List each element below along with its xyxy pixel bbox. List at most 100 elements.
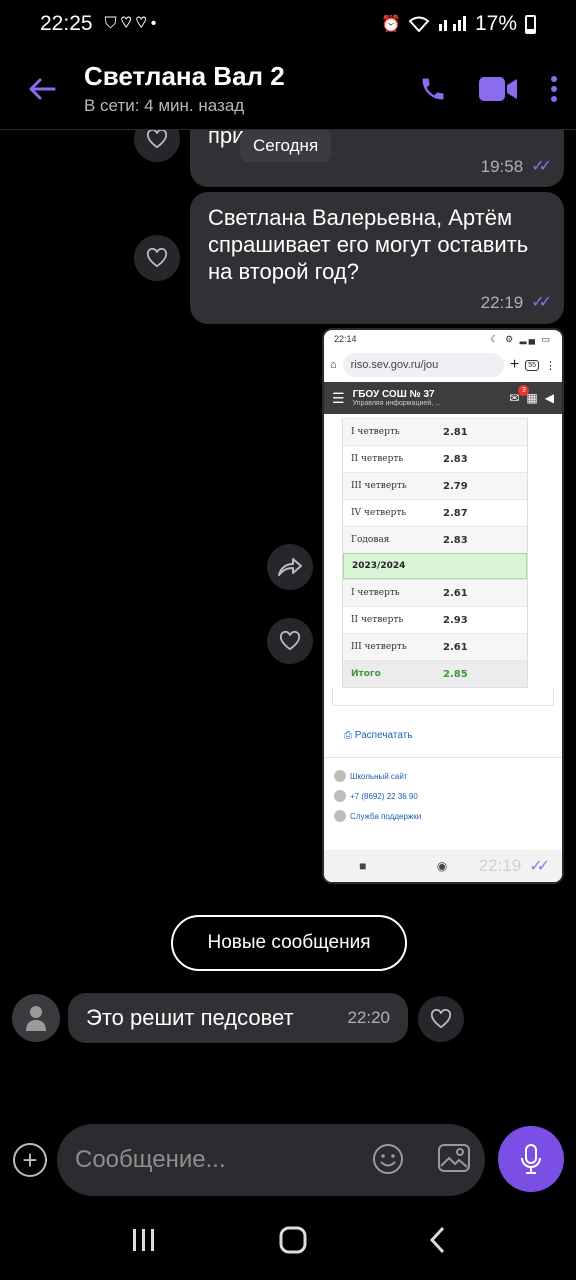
- back-button[interactable]: [0, 48, 84, 130]
- message-text: Светлана Валерьевна, Артём спрашивает ег…: [208, 205, 529, 284]
- share-arrow-icon: [278, 558, 302, 576]
- emoji-button[interactable]: [371, 1142, 405, 1181]
- globe-icon: [334, 770, 346, 782]
- arrow-left-icon: [29, 78, 56, 99]
- more-vertical-icon: [551, 75, 557, 102]
- square-icon: ■: [359, 859, 367, 873]
- grade-row: I четверть 2.81: [343, 418, 527, 445]
- heart-icon: [430, 1009, 452, 1029]
- grade-row: II четверть 2.93: [343, 606, 527, 633]
- contact-status: В сети: 4 мин. назад: [84, 96, 245, 115]
- more-options-button[interactable]: [532, 59, 576, 119]
- print-label: Распечатать: [354, 730, 413, 741]
- home-icon: ⌂: [330, 359, 337, 371]
- footer-links: Школьный сайт +7 (8692) 22 36 90 Служба …: [324, 758, 562, 834]
- status-time: 22:25: [40, 12, 93, 35]
- hamburger-icon: ☰: [332, 389, 345, 406]
- header-actions: [400, 59, 576, 119]
- message-time: 22:19: [478, 856, 522, 875]
- screenshot-image-message[interactable]: 22:14 ☾ ⚙ ▂▄ ▭ ⌂ riso.sev.gov.ru/jou + 5…: [322, 328, 564, 884]
- alarm-icon: ⏰: [381, 16, 401, 33]
- grade-row: II четверть 2.83: [343, 445, 527, 472]
- grade-row: IV четверть 2.87: [343, 499, 527, 526]
- message-time: 19:58: [480, 157, 524, 176]
- footer-link: +7 (8692) 22 36 90: [334, 786, 552, 806]
- wifi-icon: [408, 16, 429, 32]
- message-input-wrapper: [57, 1124, 485, 1196]
- forward-button[interactable]: [267, 544, 313, 590]
- like-button[interactable]: [134, 130, 180, 162]
- grade-row: Годовая 2.83: [343, 526, 527, 553]
- new-messages-divider: Новые сообщения: [171, 915, 407, 971]
- message-list[interactable]: приду 19:58 ✓✓ Сегодня Светлана Валерьев…: [0, 130, 576, 1120]
- footer-link: Школьный сайт: [334, 766, 552, 786]
- chat-header: Светлана Вал 2 В сети: 4 мин. назад: [0, 48, 576, 130]
- grade-row: I четверть 2.61: [343, 579, 527, 606]
- person-icon: [26, 1006, 46, 1031]
- read-ticks-icon: ✓✓: [529, 858, 550, 875]
- date-chip: Сегодня: [240, 130, 332, 162]
- site-icons: ✉ 3 ▦ ◀: [509, 385, 554, 405]
- home-icon: [279, 1226, 307, 1253]
- embedded-url-bar: ⌂ riso.sev.gov.ru/jou + 55 ⋮: [324, 348, 562, 382]
- incoming-message[interactable]: Это решит педсовет 22:20: [68, 993, 408, 1043]
- back-nav-button[interactable]: [429, 1226, 445, 1259]
- help-icon: [334, 810, 346, 822]
- message-input[interactable]: [75, 1146, 355, 1174]
- message-meta: 22:19 ✓✓: [208, 289, 552, 316]
- recents-icon: [133, 1228, 154, 1251]
- status-right: ⏰ 17%: [381, 12, 536, 36]
- notification-icons: ⛉♡♡•: [104, 15, 161, 32]
- image-icon: [438, 1144, 470, 1172]
- call-button[interactable]: [400, 59, 466, 119]
- grade-total-row: Итого 2.85: [343, 660, 527, 687]
- video-camera-icon: [479, 76, 517, 101]
- embedded-status-icons: ☾ ⚙ ▂▄ ▭: [490, 333, 552, 344]
- like-button[interactable]: [134, 235, 180, 281]
- heart-icon: [146, 248, 168, 268]
- heart-icon: [279, 631, 301, 651]
- embedded-status-bar: 22:14 ☾ ⚙ ▂▄ ▭: [324, 330, 562, 348]
- home-button[interactable]: [279, 1226, 307, 1259]
- read-ticks-icon: ✓✓: [531, 294, 552, 311]
- heart-icon: [146, 130, 168, 149]
- footer-link: Служба поддержки: [334, 806, 552, 826]
- image-message-meta: 22:19 ✓✓: [478, 856, 550, 876]
- embedded-time: 22:14: [334, 334, 357, 344]
- outgoing-message[interactable]: Светлана Валерьевна, Артём спрашивает ег…: [190, 192, 564, 324]
- site-subtitle: Управляя информацией, ...: [352, 400, 441, 407]
- phone-icon: [334, 790, 346, 802]
- voice-message-button[interactable]: [498, 1126, 564, 1192]
- site-title-block: ГБОУ СОШ № 37 Управляя информацией, ...: [353, 389, 441, 407]
- circle-icon: ◉: [436, 859, 448, 873]
- avatar[interactable]: [12, 994, 60, 1042]
- attach-button[interactable]: +: [13, 1143, 47, 1177]
- smiley-icon: [373, 1144, 403, 1174]
- gallery-button[interactable]: [437, 1142, 471, 1179]
- recents-button[interactable]: [131, 1228, 157, 1257]
- menu-dots-icon: ⋮: [545, 359, 556, 372]
- megaphone-icon: ◀: [544, 391, 554, 405]
- tabs-count-icon: 55: [525, 359, 539, 371]
- site-title: ГБОУ СОШ № 37: [352, 389, 435, 400]
- message-text: Это решит педсовет: [86, 1005, 294, 1030]
- battery-icon: [525, 14, 536, 34]
- print-link: ⎙ Распечатать: [344, 730, 413, 741]
- message-time: 22:19: [480, 293, 524, 312]
- battery-percent: 17%: [474, 12, 517, 35]
- like-button[interactable]: [418, 996, 464, 1042]
- like-button[interactable]: [267, 618, 313, 664]
- grade-row: III четверть 2.61: [343, 633, 527, 660]
- microphone-icon: [521, 1144, 541, 1174]
- contact-info[interactable]: Светлана Вал 2 В сети: 4 мин. назад: [84, 61, 400, 116]
- panel-border: [332, 688, 554, 706]
- video-call-button[interactable]: [466, 59, 532, 119]
- system-nav-bar: [0, 1204, 576, 1280]
- signal-icon: [438, 16, 466, 31]
- plus-icon: +: [509, 356, 520, 373]
- url-text: riso.sev.gov.ru/jou: [350, 359, 439, 371]
- grade-row: III четверть 2.79: [343, 472, 527, 499]
- embedded-site-header: ☰ ГБОУ СОШ № 37 Управляя информацией, ..…: [324, 382, 562, 414]
- embedded-url: riso.sev.gov.ru/jou: [342, 353, 504, 377]
- grades-table: I четверть 2.81 II четверть 2.83 III четве…: [342, 418, 528, 688]
